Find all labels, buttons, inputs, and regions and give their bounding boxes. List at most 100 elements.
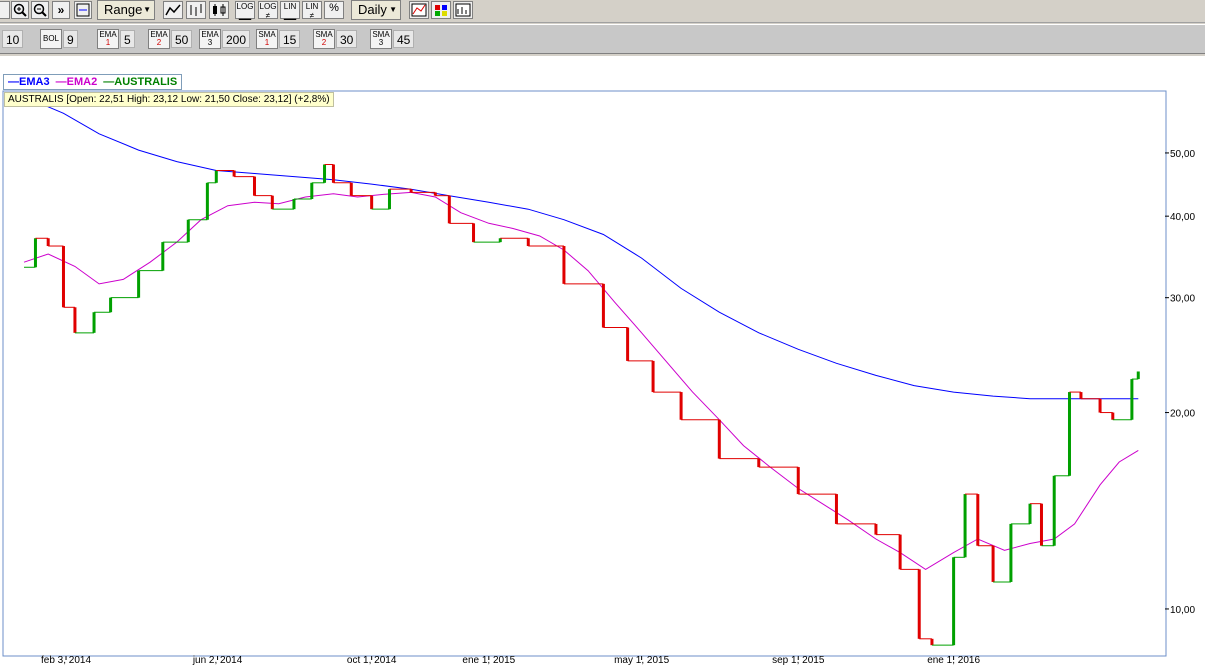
price-bar: [73, 307, 77, 333]
price-bar: [834, 494, 838, 524]
price-bar: [717, 419, 721, 459]
lin-label-2: LIN: [305, 2, 319, 11]
price-bar: [1079, 392, 1083, 399]
sma1-indicator-button[interactable]: SMA 1: [256, 29, 278, 49]
log-not-equal-button[interactable]: LOG ≠: [258, 1, 278, 20]
price-bar: [186, 219, 190, 243]
y-axis: 10,00 20,00 30,00 40,00 50,00: [1165, 149, 1195, 616]
price-bar: [472, 223, 476, 243]
price-bar: [214, 170, 218, 183]
range-label: Range: [104, 2, 143, 17]
price-bar: [651, 360, 655, 393]
chart-properties-icon[interactable]: [453, 1, 473, 19]
line-chart-icon[interactable]: [163, 1, 183, 19]
price-bar: [498, 238, 502, 243]
sma2-indicator-button[interactable]: SMA 2: [313, 29, 335, 49]
legend-series[interactable]: —AUSTRALIS: [103, 76, 177, 88]
price-chart[interactable]: 10,00 20,00 30,00 40,00 50,00 feb 3, 2014 jun…: [0, 56, 1205, 667]
chart-legend: —EMA3 —EMA2 —AUSTRALIS: [3, 74, 183, 90]
price-bar: [46, 238, 50, 247]
ema3-value[interactable]: 200: [222, 30, 251, 48]
chevron-down-icon: ▼: [389, 5, 397, 14]
log-scale-button[interactable]: LOG ▁▁: [235, 1, 255, 20]
period-dropdown[interactable]: Daily ▼: [351, 0, 401, 20]
sma2-value[interactable]: 30: [336, 30, 358, 48]
price-bar: [92, 312, 96, 333]
bol-indicator-button[interactable]: BOL: [40, 29, 62, 49]
price-bar: [232, 170, 236, 177]
ema3-indicator-button[interactable]: EMA 3: [199, 29, 221, 49]
price-bar: [1067, 392, 1071, 476]
legend-ema2[interactable]: —EMA2: [56, 76, 98, 88]
price-bar: [562, 246, 566, 284]
y-tick-label: 30,00: [1170, 294, 1195, 305]
x-tick-label: oct 1, 2014: [347, 655, 397, 666]
ohlc-info-box: AUSTRALIS [Open: 22,51 High: 23,12 Low: …: [4, 92, 334, 107]
price-bar: [331, 164, 335, 183]
main-toolbar: » Range ▼ LOG ▁▁ LOG ≠ LIN ▁▁ LIN ≠ % ▁▁ Daily…: [0, 0, 1205, 26]
price-bar: [679, 392, 683, 420]
indicator-name: BOL: [42, 34, 59, 43]
x-axis: feb 3, 2014 jun 2, 2014 oct 1, 2014 ene 1, …: [41, 655, 980, 666]
zoom-out-icon[interactable]: [31, 1, 49, 19]
price-bar: [796, 467, 800, 495]
price-bar: [952, 557, 956, 646]
price-bar: [874, 523, 878, 535]
price-bar: [976, 494, 980, 546]
lin-scale-button[interactable]: LIN ▁▁: [280, 1, 300, 20]
range-dropdown[interactable]: Range ▼: [97, 0, 155, 20]
log-label: LOG: [236, 2, 254, 11]
zoom-in-icon[interactable]: [11, 1, 29, 19]
hand-tool-icon[interactable]: [0, 1, 10, 19]
legend-ema2-label: EMA2: [66, 76, 98, 88]
indicator-toolbar: 10 BOL 9 EMA 1 5 EMA 2 50 EMA 3 200 SMA 1 15…: [0, 24, 1205, 54]
sma1-value[interactable]: 15: [279, 30, 301, 48]
log-label-2: LOG: [259, 2, 277, 11]
indicator-index: 1: [105, 38, 111, 47]
bar-chart-icon[interactable]: [186, 1, 206, 19]
percent-label: %: [329, 2, 339, 14]
price-bar: [1009, 523, 1013, 582]
price-bar: [963, 494, 967, 558]
x-tick-label: feb 3, 2014: [41, 655, 91, 666]
indicator-index: 2: [321, 38, 327, 47]
fast-forward-icon[interactable]: »: [52, 1, 70, 19]
indicator-value[interactable]: 10: [2, 30, 24, 48]
price-bar: [109, 297, 113, 313]
price-bar: [310, 182, 314, 199]
lin-not-equal-button[interactable]: LIN ≠: [302, 1, 322, 20]
price-bar: [387, 189, 391, 210]
ema2-value[interactable]: 50: [171, 30, 193, 48]
sma3-value[interactable]: 45: [393, 30, 415, 48]
legend-ema3[interactable]: —EMA3: [8, 76, 50, 88]
price-bar: [1052, 475, 1056, 546]
ema2-indicator-button[interactable]: EMA 2: [148, 29, 170, 49]
period-label: Daily: [358, 2, 387, 17]
candlestick-icon[interactable]: [209, 1, 229, 19]
x-tick-label: may 1, 2015: [614, 655, 669, 666]
chart-settings-icon[interactable]: [409, 1, 429, 19]
lin-label: LIN: [283, 2, 297, 11]
price-bar: [252, 176, 256, 196]
indicator-index: 2: [156, 38, 162, 47]
bol-value[interactable]: 9: [63, 30, 78, 48]
x-tick-label: ene 1, 2015: [462, 655, 515, 666]
ema1-value[interactable]: 5: [120, 30, 135, 48]
x-tick-label: ene 1, 2016: [927, 655, 980, 666]
price-bar: [526, 238, 530, 247]
price-bar: [898, 534, 902, 570]
price-bar: [292, 198, 296, 210]
price-bar: [626, 327, 630, 361]
indicator-index: 3: [378, 38, 384, 47]
ema1-indicator-button[interactable]: EMA 1: [97, 29, 119, 49]
sma3-indicator-button[interactable]: SMA 3: [370, 29, 392, 49]
color-palette-icon[interactable]: [431, 1, 451, 19]
price-bar: [991, 545, 995, 582]
price-bar: [1028, 503, 1032, 524]
fit-icon[interactable]: [74, 1, 92, 19]
price-bar: [1098, 398, 1102, 413]
price-bar: [370, 195, 374, 210]
percent-button[interactable]: % ▁▁: [324, 1, 344, 26]
price-bar: [1130, 379, 1134, 420]
x-tick-label: sep 1, 2015: [772, 655, 825, 666]
